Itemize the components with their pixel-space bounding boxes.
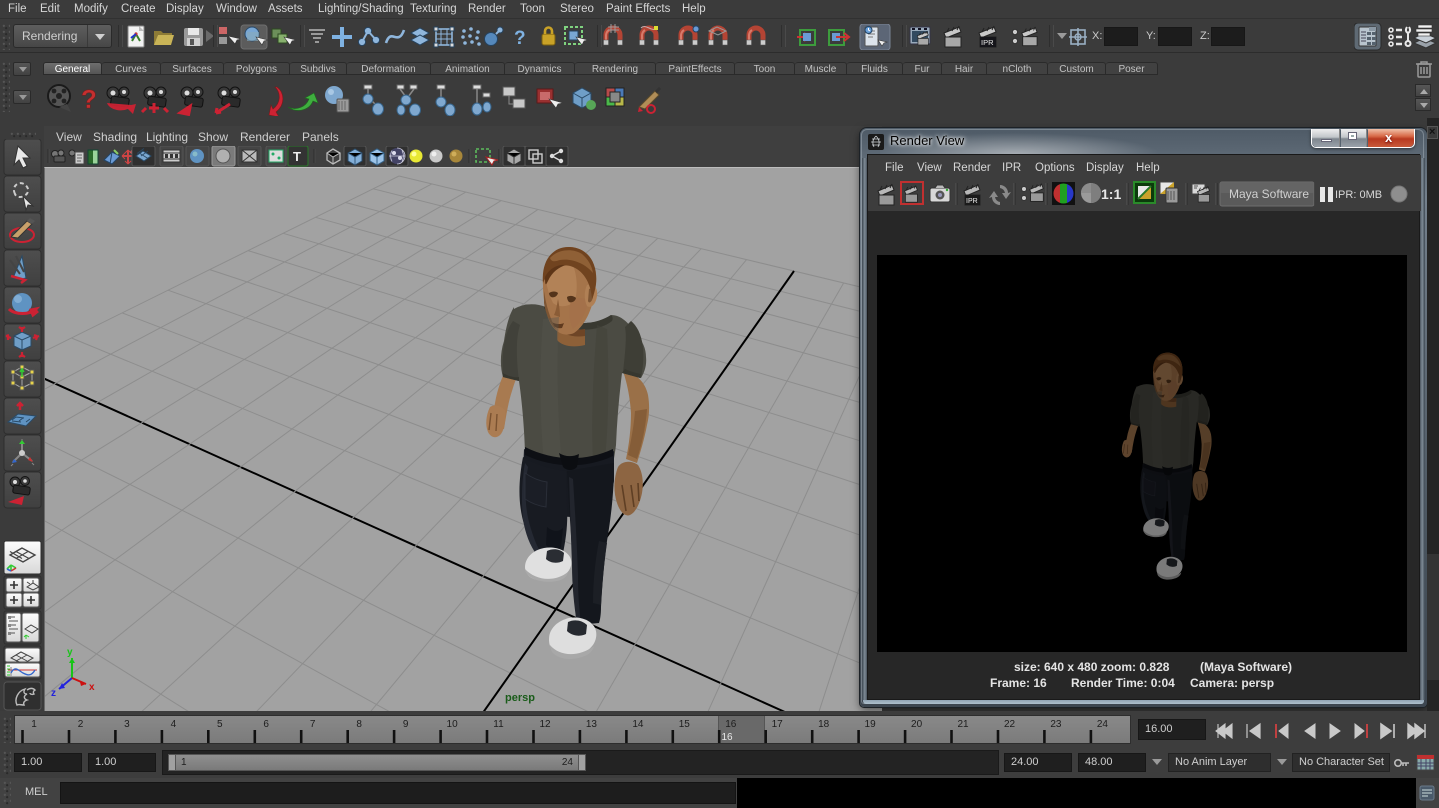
svg-text:9: 9 <box>403 719 409 730</box>
svg-text:?: ? <box>81 84 97 114</box>
svg-text:3: 3 <box>124 719 130 730</box>
svg-text:16: 16 <box>725 719 737 730</box>
svg-text:23: 23 <box>1050 719 1062 730</box>
svg-text:21: 21 <box>957 719 969 730</box>
svg-text:IPR: IPR <box>966 198 978 205</box>
svg-text:7: 7 <box>310 719 316 730</box>
svg-text:8: 8 <box>356 719 362 730</box>
svg-text:persp: persp <box>505 692 535 704</box>
svg-text:15: 15 <box>679 719 691 730</box>
svg-text:14: 14 <box>632 719 644 730</box>
svg-text:19: 19 <box>865 719 877 730</box>
svg-text:IPR: 0MB: IPR: 0MB <box>1335 189 1382 201</box>
svg-text:Maya Software: Maya Software <box>1229 187 1309 201</box>
svg-text:?: ? <box>514 28 526 49</box>
svg-text:22: 22 <box>1004 719 1016 730</box>
svg-text:x: x <box>89 682 95 693</box>
svg-text:4: 4 <box>171 719 177 730</box>
svg-text:13: 13 <box>586 719 598 730</box>
svg-text:5: 5 <box>217 719 223 730</box>
svg-text:6: 6 <box>263 719 269 730</box>
svg-text:1:1: 1:1 <box>1101 186 1121 202</box>
svg-text:20: 20 <box>911 719 923 730</box>
svg-text:1: 1 <box>31 719 37 730</box>
svg-text:2: 2 <box>78 719 84 730</box>
svg-text:10: 10 <box>447 719 459 730</box>
svg-text:12: 12 <box>539 719 551 730</box>
svg-text:16: 16 <box>721 732 733 743</box>
svg-text:IPR: IPR <box>981 38 994 47</box>
svg-text:18: 18 <box>818 719 830 730</box>
svg-text:z: z <box>51 688 56 699</box>
svg-text:17: 17 <box>772 719 784 730</box>
svg-text:24: 24 <box>1097 719 1109 730</box>
svg-text:y: y <box>67 647 73 658</box>
svg-text:11: 11 <box>493 719 504 730</box>
svg-text:T: T <box>293 149 301 164</box>
